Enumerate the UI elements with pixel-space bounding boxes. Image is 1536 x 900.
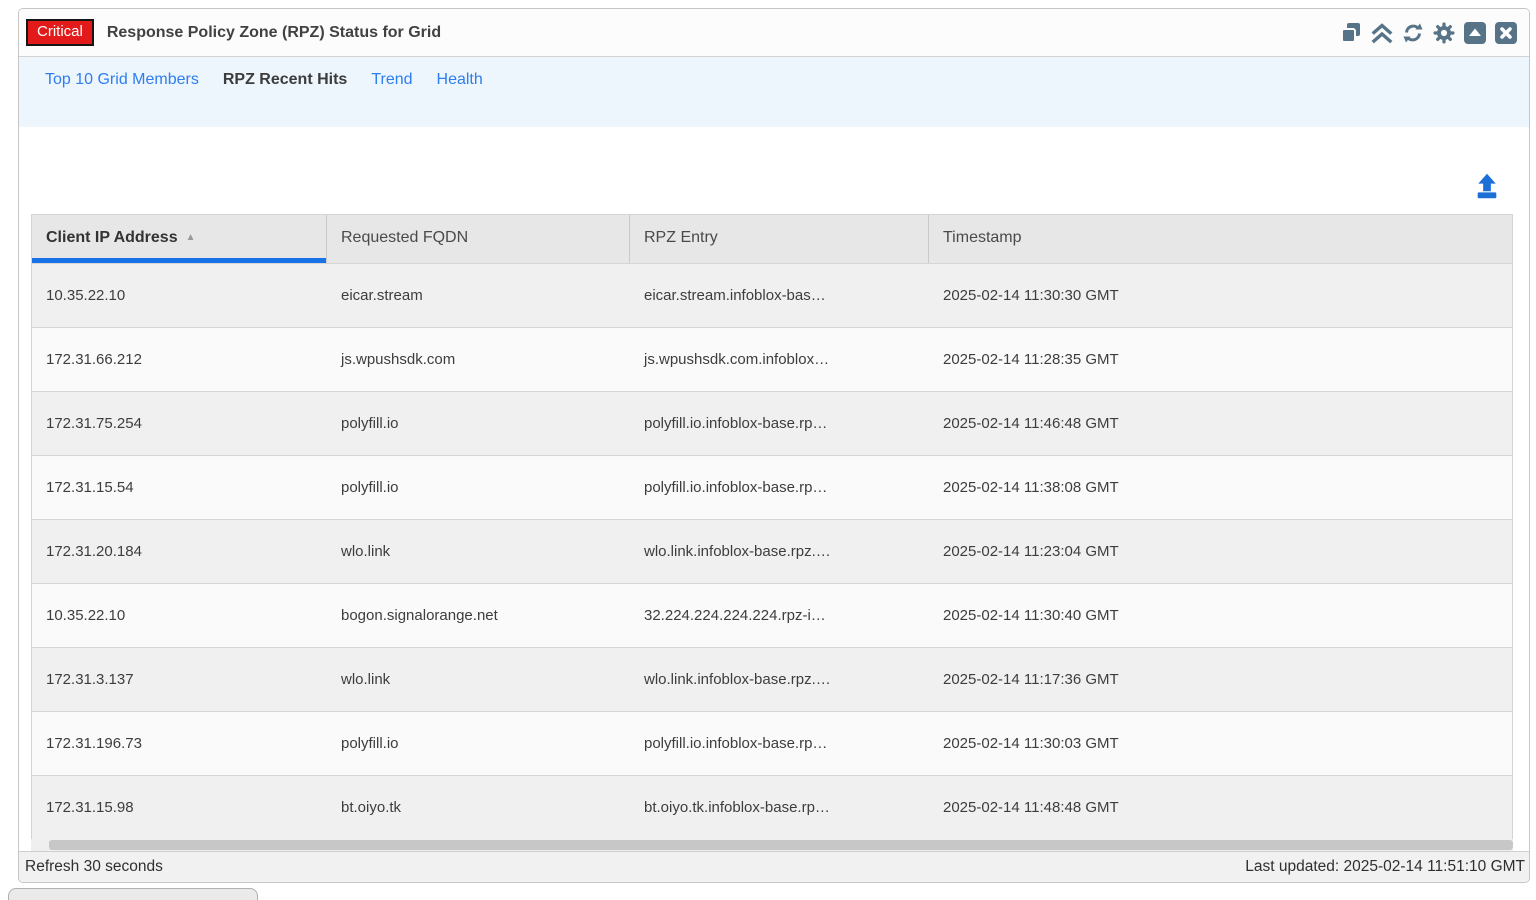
rpz-status-widget: Critical Response Policy Zone (RPZ) Stat… [18,8,1530,883]
timestamp-cell: 2025-02-14 11:23:04 GMT [929,543,1512,560]
client-ip-cell: 172.31.3.137 [32,671,327,688]
timestamp-cell: 2025-02-14 11:38:08 GMT [929,479,1512,496]
refresh-interval-label: Refresh 30 seconds [25,858,163,876]
refresh-icon[interactable] [1400,20,1426,46]
timestamp-cell: 2025-02-14 11:17:36 GMT [929,671,1512,688]
widget-toolbar [1338,20,1519,46]
table-row[interactable]: 172.31.196.73 polyfill.io polyfill.io.in… [32,711,1512,775]
stack-icon[interactable] [1338,20,1364,46]
requested-fqdn-cell: polyfill.io [327,735,630,752]
timestamp-cell: 2025-02-14 11:30:30 GMT [929,287,1512,304]
sort-asc-icon: ▲ [186,232,196,243]
client-ip-cell: 172.31.75.254 [32,415,327,432]
rpz-entry-cell: polyfill.io.infoblox-base.rp… [630,479,929,496]
column-label: Timestamp [943,229,1022,246]
status-badge: Critical [26,19,94,46]
client-ip-cell: 172.31.15.98 [32,799,327,816]
table-row[interactable]: 172.31.75.254 polyfill.io polyfill.io.in… [32,391,1512,455]
tab-strip: Top 10 Grid Members RPZ Recent Hits Tren… [19,57,1529,127]
rpz-hits-table: Client IP Address ▲ Requested FQDN RPZ En… [31,214,1513,839]
rpz-entry-cell: wlo.link.infoblox-base.rpz.… [630,671,929,688]
next-widget-edge [8,888,258,900]
widget-footer: Refresh 30 seconds Last updated: 2025-02… [19,851,1529,882]
tab-health[interactable]: Health [437,71,483,89]
tab-top-10-grid-members[interactable]: Top 10 Grid Members [45,71,199,89]
requested-fqdn-cell: eicar.stream [327,287,630,304]
close-icon[interactable] [1493,20,1519,46]
widget-title: Response Policy Zone (RPZ) Status for Gr… [107,24,441,42]
horizontal-scrollbar[interactable] [31,839,1513,851]
requested-fqdn-cell: bogon.signalorange.net [327,607,630,624]
table-row[interactable]: 172.31.3.137 wlo.link wlo.link.infoblox-… [32,647,1512,711]
last-updated-label: Last updated: 2025-02-14 11:51:10 GMT [1245,858,1525,876]
client-ip-cell: 172.31.66.212 [32,351,327,368]
export-icon[interactable] [1473,172,1501,200]
rpz-entry-cell: polyfill.io.infoblox-base.rp… [630,735,929,752]
client-ip-cell: 10.35.22.10 [32,607,327,624]
requested-fqdn-cell: wlo.link [327,543,630,560]
requested-fqdn-cell: wlo.link [327,671,630,688]
timestamp-cell: 2025-02-14 11:28:35 GMT [929,351,1512,368]
column-header-requested-fqdn[interactable]: Requested FQDN [327,215,630,263]
table-header-row: Client IP Address ▲ Requested FQDN RPZ En… [32,215,1512,263]
column-header-rpz-entry[interactable]: RPZ Entry [630,215,929,263]
table-row[interactable]: 172.31.20.184 wlo.link wlo.link.infoblox… [32,519,1512,583]
rpz-entry-cell: wlo.link.infoblox-base.rpz.… [630,543,929,560]
table-row[interactable]: 10.35.22.10 bogon.signalorange.net 32.22… [32,583,1512,647]
requested-fqdn-cell: polyfill.io [327,479,630,496]
client-ip-cell: 172.31.196.73 [32,735,327,752]
widget-titlebar: Critical Response Policy Zone (RPZ) Stat… [19,9,1529,57]
client-ip-cell: 10.35.22.10 [32,287,327,304]
settings-icon[interactable] [1431,20,1457,46]
table-toolbar-area [19,127,1529,214]
horizontal-scrollbar-thumb[interactable] [49,840,1513,850]
rpz-entry-cell: bt.oiyo.tk.infoblox-base.rp… [630,799,929,816]
client-ip-cell: 172.31.15.54 [32,479,327,496]
column-header-timestamp[interactable]: Timestamp [929,215,1512,263]
client-ip-cell: 172.31.20.184 [32,543,327,560]
column-header-client-ip-address[interactable]: Client IP Address ▲ [32,215,327,263]
tab-rpz-recent-hits[interactable]: RPZ Recent Hits [223,71,347,89]
table-row[interactable]: 172.31.15.54 polyfill.io polyfill.io.inf… [32,455,1512,519]
column-label: RPZ Entry [644,229,718,246]
rpz-entry-cell: js.wpushsdk.com.infoblox… [630,351,929,368]
column-label: Requested FQDN [341,229,468,246]
timestamp-cell: 2025-02-14 11:30:40 GMT [929,607,1512,624]
timestamp-cell: 2025-02-14 11:46:48 GMT [929,415,1512,432]
table-row[interactable]: 10.35.22.10 eicar.stream eicar.stream.in… [32,263,1512,327]
requested-fqdn-cell: bt.oiyo.tk [327,799,630,816]
rpz-entry-cell: eicar.stream.infoblox-bas… [630,287,929,304]
column-label: Client IP Address [46,229,178,246]
timestamp-cell: 2025-02-14 11:30:03 GMT [929,735,1512,752]
rpz-entry-cell: 32.224.224.224.224.rpz-i… [630,607,929,624]
collapse-all-icon[interactable] [1369,20,1395,46]
timestamp-cell: 2025-02-14 11:48:48 GMT [929,799,1512,816]
requested-fqdn-cell: polyfill.io [327,415,630,432]
requested-fqdn-cell: js.wpushsdk.com [327,351,630,368]
table-row[interactable]: 172.31.15.98 bt.oiyo.tk bt.oiyo.tk.infob… [32,775,1512,839]
minimize-icon[interactable] [1462,20,1488,46]
table-row[interactable]: 172.31.66.212 js.wpushsdk.com js.wpushsd… [32,327,1512,391]
sorted-column-underline [32,258,326,263]
rpz-entry-cell: polyfill.io.infoblox-base.rp… [630,415,929,432]
tab-trend[interactable]: Trend [371,71,412,89]
